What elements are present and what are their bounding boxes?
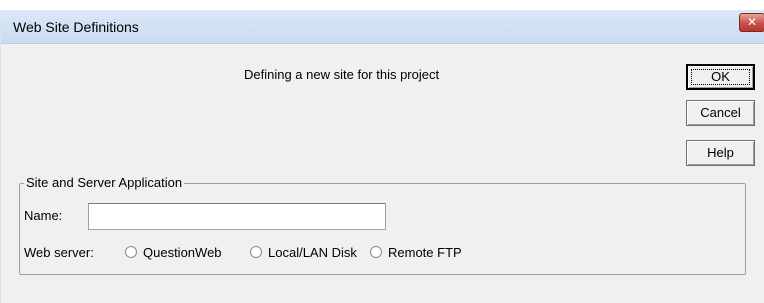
radio-questionweb-label[interactable]: QuestionWeb: [143, 245, 222, 260]
radio-remote-ftp[interactable]: [370, 246, 382, 258]
dialog-message: Defining a new site for this project: [244, 67, 440, 82]
title-bar[interactable]: Web Site Definitions ✕: [1, 10, 764, 44]
help-button-label: Help: [707, 145, 734, 160]
radio-questionweb[interactable]: [125, 246, 137, 258]
web-server-label: Web server:: [24, 245, 94, 260]
cancel-button[interactable]: Cancel: [686, 100, 755, 126]
group-title: Site and Server Application: [24, 175, 185, 190]
focus-rectangle: [691, 69, 750, 85]
help-button[interactable]: Help: [686, 140, 755, 166]
name-label: Name:: [24, 208, 63, 223]
ok-button[interactable]: OK: [686, 64, 755, 90]
name-input[interactable]: [88, 203, 386, 230]
close-icon: ✕: [746, 15, 758, 29]
close-button[interactable]: ✕: [739, 13, 764, 32]
web-site-definitions-dialog: Web Site Definitions ✕ Defining a new si…: [0, 10, 764, 303]
radio-local-lan-disk-label[interactable]: Local/LAN Disk: [268, 245, 357, 260]
radio-local-lan-disk[interactable]: [250, 246, 262, 258]
dialog-title: Web Site Definitions: [13, 19, 139, 35]
radio-remote-ftp-label[interactable]: Remote FTP: [388, 245, 462, 260]
cancel-button-label: Cancel: [700, 105, 741, 120]
site-and-server-group: Site and Server Application Name: Web se…: [19, 175, 746, 275]
